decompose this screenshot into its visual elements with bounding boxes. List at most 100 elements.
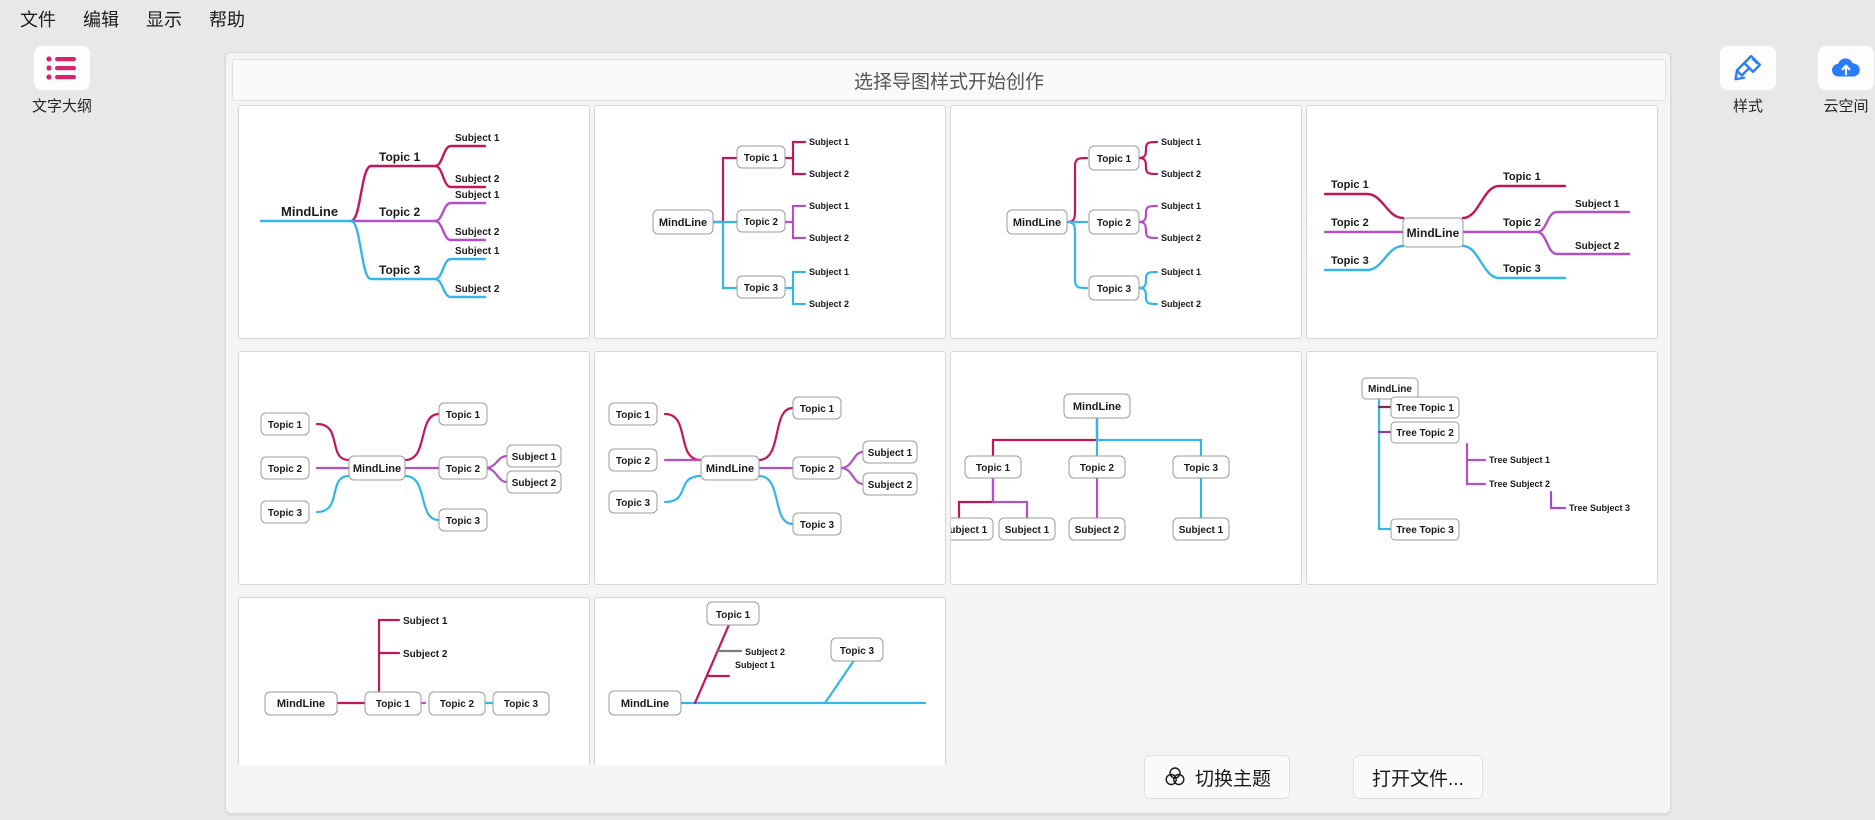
node-topic: Topic 2: [1331, 217, 1369, 229]
node-topic: Topic 1: [379, 150, 420, 164]
template-card-logic-tree[interactable]: MindLine Tree Topic 1 Tree Topic 2 Tree …: [1306, 351, 1658, 585]
node-subject: Subject 1: [809, 201, 849, 211]
tool-style[interactable]: 样式: [1700, 46, 1796, 116]
node-topic: Topic 3: [616, 498, 651, 509]
node-topic: Topic 3: [504, 699, 539, 710]
node-subject: Subject 1: [809, 267, 849, 277]
venn-circles-icon: [1165, 767, 1185, 786]
menu-item-edit[interactable]: 编辑: [77, 6, 125, 34]
node-topic: Topic 3: [268, 508, 303, 519]
node-subject: Subject 2: [512, 478, 557, 489]
template-card-balanced-underline[interactable]: MindLine Topic 1 Topic 2 Topic 3 Topic 1…: [1306, 105, 1658, 339]
node-subject: Subject 2: [868, 480, 913, 491]
node-subject: Subject 1: [1575, 199, 1620, 210]
node-root: MindLine: [277, 698, 325, 710]
node-subject: Subject 1: [512, 452, 557, 463]
node-topic: Topic 3: [379, 263, 420, 277]
node-topic: Topic 2: [379, 205, 420, 219]
node-topic: Topic 3: [800, 520, 835, 531]
node-topic: Topic 2: [744, 217, 779, 228]
tool-text-outline-label: 文字大纲: [31, 98, 92, 115]
template-card-balanced-boxed[interactable]: Topic 1 Topic 2 Topic 3 MindLine Topic 1…: [238, 351, 590, 585]
node-subject: Subject 2: [1575, 241, 1620, 252]
menu-item-help[interactable]: 帮助: [203, 6, 251, 34]
node-topic: Topic 2: [1097, 218, 1132, 229]
outline-list-icon-tile: [34, 46, 90, 90]
node-topic: Topic 2: [440, 699, 475, 710]
dialog-footer: 切换主题 打开文件...: [226, 753, 1670, 813]
template-card-right-boxed-curve[interactable]: MindLine Topic 1 Topic 2 Topic 3 Subject…: [950, 105, 1302, 339]
node-topic: Topic 2: [268, 464, 303, 475]
template-grid-scroll-area[interactable]: MindLine Topic 1 Topic 2 Topic 3 Subject…: [238, 105, 1666, 765]
style-picker-dialog: 选择导图样式开始创作 MindLine Topic 1 Topic 2 Topi…: [225, 52, 1671, 814]
node-subject: Subject 1: [1161, 137, 1201, 147]
node-subject: Subject 1: [809, 137, 849, 147]
node-topic: Topic 1: [446, 410, 481, 421]
brush-icon: [1734, 54, 1762, 81]
node-topic: Topic 1: [376, 699, 411, 710]
template-grid: MindLine Topic 1 Topic 2 Topic 3 Subject…: [238, 105, 1666, 765]
node-subject: Subject 1: [455, 246, 500, 257]
menu-item-file[interactable]: 文件: [14, 6, 62, 34]
node-topic: Topic 1: [268, 420, 303, 431]
template-card-org-chart[interactable]: MindLine Topic 1 Topic 2 Topic 3 Subject…: [950, 351, 1302, 585]
node-subject: Subject 2: [455, 227, 500, 238]
node-subject: Subject 2: [809, 233, 849, 243]
switch-theme-button[interactable]: 切换主题: [1144, 755, 1291, 799]
tool-text-outline[interactable]: 文字大纲: [14, 46, 110, 116]
node-subject: Subject 2: [1075, 525, 1120, 536]
node-root: MindLine: [706, 463, 754, 475]
template-card-right-boxed-ortho[interactable]: MindLine Topic 1 Topic 2 Topic 3 Subject…: [594, 105, 946, 339]
node-topic: Topic 3: [744, 283, 779, 294]
menu-item-view[interactable]: 显示: [140, 6, 188, 34]
node-subject: Tree Subject 3: [1569, 503, 1630, 513]
node-topic: Topic 2: [800, 464, 835, 475]
node-topic: Topic 1: [744, 153, 779, 164]
node-subject: Subject 1: [951, 525, 988, 536]
node-subject: Subject 2: [809, 299, 849, 309]
node-subject: Subject 2: [1161, 299, 1201, 309]
node-root: MindLine: [659, 217, 707, 229]
node-topic: Tree Topic 3: [1396, 525, 1454, 536]
node-subject: Subject 1: [455, 133, 500, 144]
dialog-title: 选择导图样式开始创作: [232, 59, 1666, 101]
template-card-balanced-boxed-sub[interactable]: Topic 1 Topic 2 Topic 3 MindLine Topic 1…: [594, 351, 946, 585]
node-subject: Subject 1: [868, 448, 913, 459]
left-tool-rail: 文字大纲: [0, 40, 185, 820]
node-subject: Subject 2: [403, 649, 448, 660]
node-topic: Topic 1: [1097, 154, 1132, 165]
node-subject: Subject 2: [745, 647, 785, 657]
open-file-button-label: 打开文件...: [1372, 768, 1464, 790]
node-topic: Topic 3: [1503, 263, 1541, 275]
node-topic: Topic 3: [1097, 284, 1132, 295]
template-card-fishbone[interactable]: MindLine Topic 1 Topic 3 Subject 1 Subje…: [594, 597, 946, 765]
node-topic: Topic 2: [616, 456, 651, 467]
node-topic: Topic 1: [1331, 179, 1369, 191]
open-file-button[interactable]: 打开文件...: [1353, 755, 1483, 799]
node-root: MindLine: [1407, 226, 1460, 240]
node-topic: Topic 3: [840, 646, 875, 657]
tool-style-label: 样式: [1732, 98, 1763, 115]
node-subject: Subject 2: [1161, 169, 1201, 179]
node-subject: Subject 1: [1179, 525, 1224, 536]
right-tool-rail: 样式 云空间: [1700, 40, 1875, 130]
tool-cloud-space[interactable]: 云空间: [1798, 46, 1875, 116]
node-topic: Topic 3: [1331, 255, 1369, 267]
node-root: MindLine: [621, 698, 669, 710]
node-topic: Topic 1: [616, 410, 651, 421]
node-subject: Subject 2: [455, 174, 500, 185]
node-topic: Topic 1: [976, 463, 1011, 474]
template-card-timeline[interactable]: MindLine Topic 1 Topic 2 Topic 3 Subject…: [238, 597, 590, 765]
node-root: MindLine: [281, 204, 338, 219]
node-subject: Subject 1: [403, 616, 448, 627]
template-grid-scrollbar[interactable]: [1661, 105, 1667, 765]
template-card-right-underline[interactable]: MindLine Topic 1 Topic 2 Topic 3 Subject…: [238, 105, 590, 339]
node-subject: Subject 1: [1161, 201, 1201, 211]
node-root: MindLine: [1073, 401, 1121, 413]
node-subject: Tree Subject 1: [1489, 455, 1550, 465]
node-topic: Topic 1: [716, 610, 751, 621]
brush-icon-tile: [1720, 46, 1776, 90]
node-root: MindLine: [353, 463, 401, 475]
outline-list-icon: [46, 56, 76, 80]
menu-bar: 文件 编辑 显示 帮助: [0, 0, 1875, 40]
